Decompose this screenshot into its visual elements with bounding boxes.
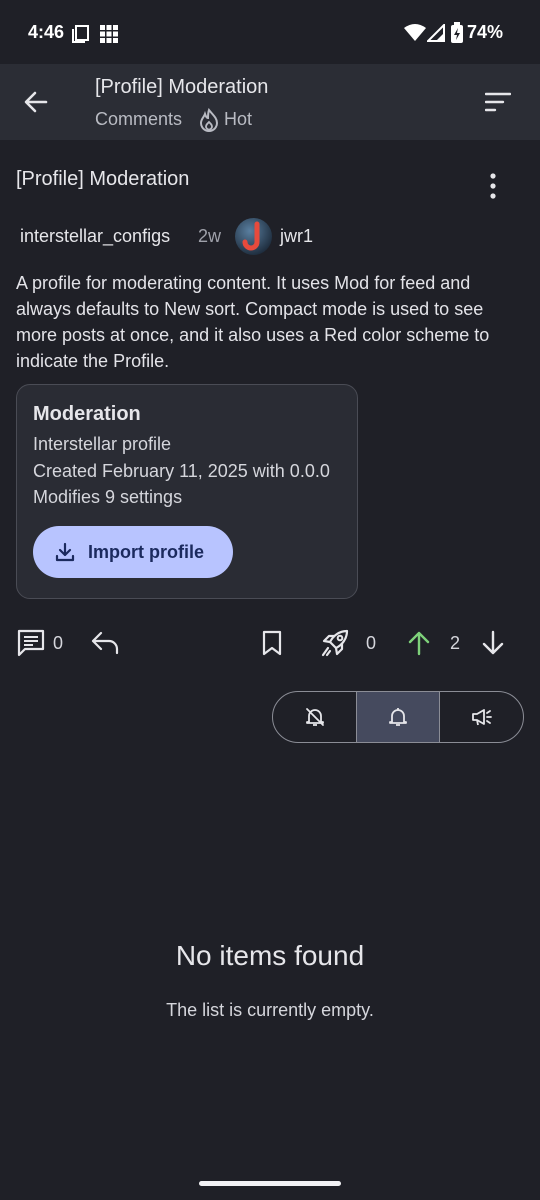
app-bar-title: [Profile] Moderation [95,76,269,98]
post-age: 2w [198,226,222,246]
post-body: A profile for moderating content. It use… [16,273,490,371]
score-count: 2 [450,633,461,653]
notifications-default-option[interactable] [357,692,439,742]
reply-icon[interactable] [91,631,119,655]
avatar[interactable] [235,218,272,255]
more-options-icon[interactable] [482,172,504,200]
sort-label: Hot [224,109,253,129]
view-mode-label: Comments [95,109,183,129]
community-link[interactable]: interstellar_configs [20,226,170,247]
boost-rocket-icon[interactable] [320,628,350,658]
apps-grid-icon [100,25,118,43]
screenshot-icon [72,25,90,43]
card-line-modifies: Modifies 9 settings [33,487,183,507]
sort-icon[interactable] [485,92,511,112]
upvote-arrow-icon[interactable] [407,630,431,656]
post-title[interactable]: [Profile] Moderation [16,168,189,191]
card-line-created: Created February 11, 2025 with 0.0.0 [33,461,330,481]
card-line-type: Interstellar profile [33,434,172,454]
announcement-icon [470,706,494,728]
boost-count: 0 [366,633,377,653]
notification-toggle [272,691,524,743]
author-link[interactable]: jwr1 [280,226,313,247]
announcements-option[interactable] [440,692,523,742]
back-arrow-icon[interactable] [22,88,50,116]
download-icon [55,542,75,562]
import-profile-label: Import profile [88,542,204,562]
profile-card: Moderation Interstellar profile Created … [16,384,358,599]
wifi-icon [404,24,426,42]
app-bar [0,64,540,140]
battery-percent: 74% [467,22,504,42]
empty-state-subtitle: The list is currently empty. [166,1000,374,1020]
card-title: Moderation [33,403,141,425]
bookmark-icon[interactable] [261,630,283,656]
empty-state-title: No items found [175,940,365,971]
signal-icon [427,24,445,42]
import-profile-button[interactable]: Import profile [33,526,233,578]
clock: 4:46 [28,22,65,42]
battery-icon [450,22,464,44]
flame-icon [199,108,219,132]
downvote-arrow-icon[interactable] [481,630,505,656]
notifications-off-option[interactable] [273,692,356,742]
notifications-off-icon [304,706,326,728]
comments-count: 0 [53,633,64,653]
home-indicator[interactable] [199,1181,341,1186]
status-bar: 4:46 74% [0,0,540,64]
comments-icon[interactable] [17,629,45,657]
notifications-icon [387,706,409,728]
